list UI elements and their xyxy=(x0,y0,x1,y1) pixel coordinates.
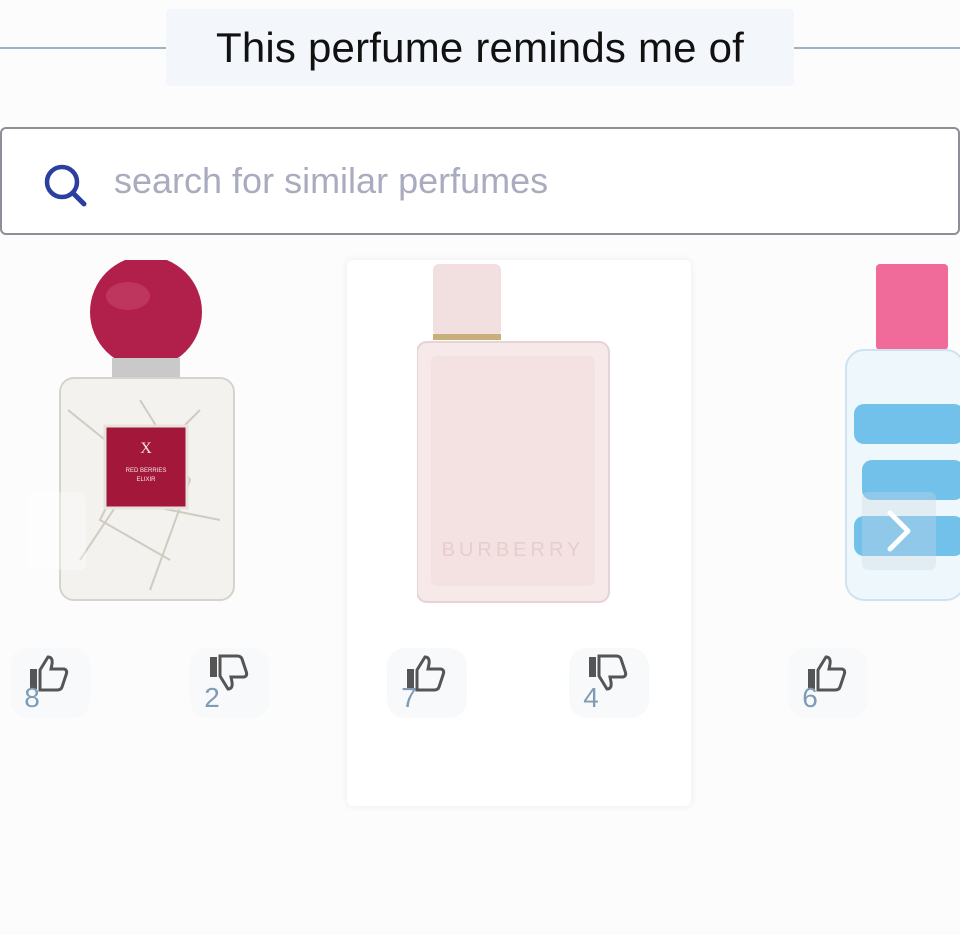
like-button[interactable]: 7 xyxy=(387,648,467,718)
search-icon[interactable] xyxy=(42,162,88,208)
search-box[interactable] xyxy=(0,127,960,235)
perfume-bottle-image[interactable]: BURBERRY xyxy=(417,264,617,604)
like-count: 8 xyxy=(24,682,40,713)
header-divider-left xyxy=(0,47,166,49)
chevron-right-icon xyxy=(887,510,911,552)
search-input[interactable] xyxy=(114,153,934,209)
carousel-prev-button[interactable] xyxy=(26,492,86,570)
dislike-count: 2 xyxy=(204,682,220,713)
bottle-label-line: RED BERRIES xyxy=(126,468,167,474)
like-count: 6 xyxy=(802,682,818,713)
dislike-button[interactable]: 4 xyxy=(569,648,649,718)
dislike-count: 4 xyxy=(583,682,599,713)
like-button[interactable]: 8 xyxy=(10,648,90,718)
bottle-label-line: ELIXIR xyxy=(136,477,156,483)
perfume-card-selected[interactable]: BURBERRY 7 4 xyxy=(347,260,691,806)
like-button[interactable]: 6 xyxy=(788,648,868,718)
svg-text:X: X xyxy=(140,440,152,457)
dislike-button[interactable]: 2 xyxy=(190,648,270,718)
section-title: This perfume reminds me of xyxy=(166,9,794,86)
carousel-next-button[interactable] xyxy=(862,492,936,570)
header-divider-right xyxy=(794,47,960,49)
like-count: 7 xyxy=(401,682,417,713)
bottle-brand-text: BURBERRY xyxy=(442,539,585,561)
